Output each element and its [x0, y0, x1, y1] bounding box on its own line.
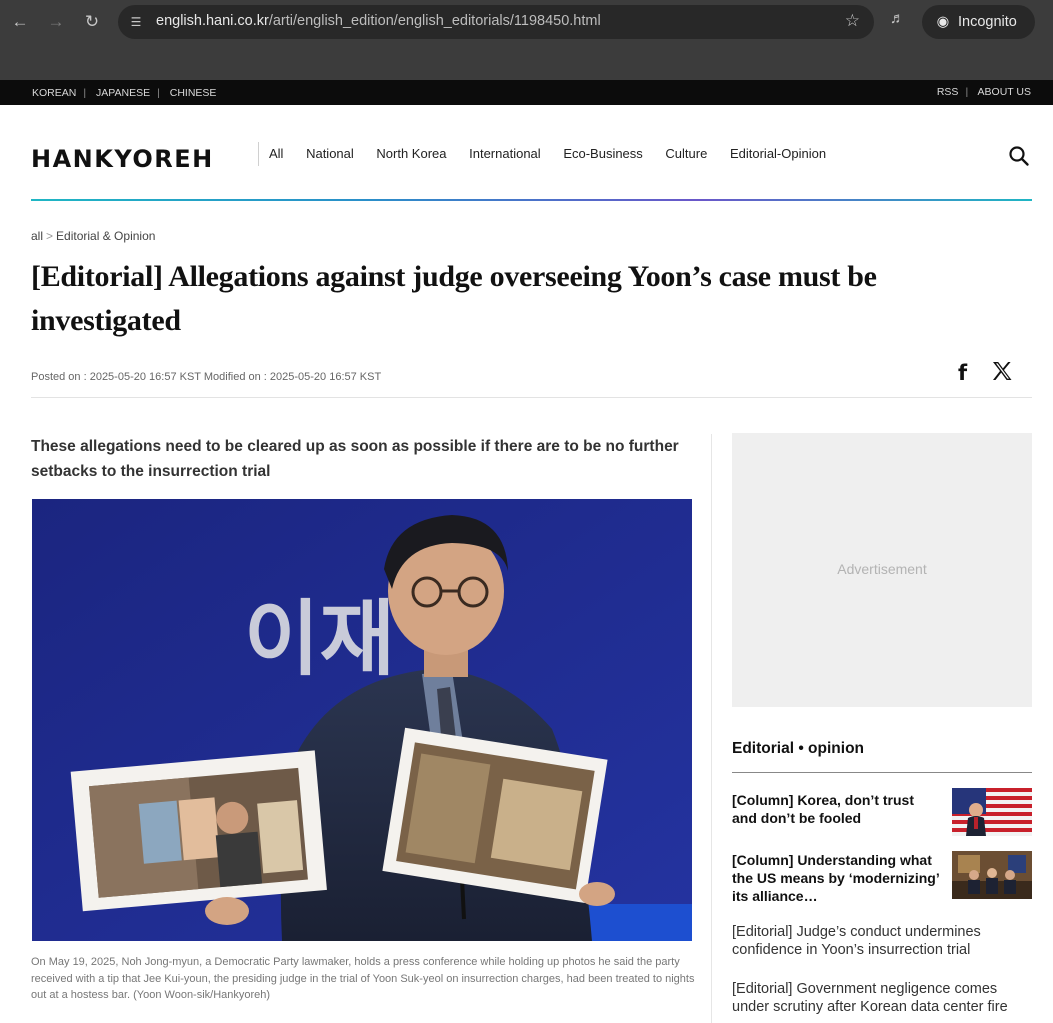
sidebar-divider	[732, 772, 1032, 773]
logo-divider	[258, 142, 259, 166]
nav-eco-business[interactable]: Eco-Business	[563, 146, 642, 161]
photo-caption: On May 19, 2025, Noh Jong-myun, a Democr…	[31, 956, 695, 1001]
search-icon[interactable]	[1008, 145, 1030, 167]
address-bar[interactable]: ☰ english.hani.co.kr/arti/english_editio…	[118, 5, 874, 39]
sidebar-article-1[interactable]: [Column] Korea, don’t trust and don’t be…	[732, 791, 942, 827]
facebook-share-icon[interactable]: f	[958, 361, 967, 385]
sidebar-article-3[interactable]: [Editorial] Judge’s conduct undermines c…	[732, 923, 1032, 959]
nav-national[interactable]: National	[306, 146, 354, 161]
site-settings-icon[interactable]: ☰	[128, 14, 144, 30]
sidebar-article-4[interactable]: [Editorial] Government negligence comes …	[732, 980, 1032, 1016]
about-us-link[interactable]: ABOUT US	[978, 86, 1031, 98]
url-text[interactable]: english.hani.co.kr/arti/english_edition/…	[156, 13, 601, 29]
rss-link[interactable]: RSS	[937, 86, 959, 98]
x-share-icon[interactable]	[991, 360, 1013, 382]
sidebar-thumb-1[interactable]	[952, 788, 1032, 836]
advertisement-box[interactable]: Advertisement	[732, 433, 1032, 707]
breadcrumb-editorial-opinion[interactable]: Editorial & Opinion	[56, 229, 155, 243]
lang-korean-link[interactable]: KOREAN	[32, 87, 76, 99]
nav-north-korea[interactable]: North Korea	[376, 146, 446, 161]
nav-culture[interactable]: Culture	[665, 146, 707, 161]
media-controls-icon[interactable]: ♬	[890, 10, 905, 27]
nav-all[interactable]: All	[269, 146, 283, 161]
reload-icon[interactable]: ↻	[80, 10, 104, 34]
sidebar-article-2[interactable]: [Column] Understanding what the US means…	[732, 851, 942, 905]
column-divider	[711, 434, 712, 1023]
article-title: [Editorial] Allegations against judge ov…	[31, 260, 877, 337]
meta-divider	[31, 397, 1032, 398]
browser-toolbar: ← → ↻ ☰ english.hani.co.kr/arti/english_…	[0, 0, 1053, 44]
posted-date: Posted on : 2025-05-20 16:57 KST Modifie…	[31, 371, 382, 383]
site-logo[interactable]: HANKYOREH	[31, 145, 214, 173]
lang-chinese-link[interactable]: CHINESE	[170, 87, 217, 99]
header-divider	[31, 199, 1032, 201]
site-topbar: KOREAN | JAPANESE | CHINESE RSS | ABOUT US	[0, 80, 1053, 105]
sidebar-heading[interactable]: Editorial • opinion	[732, 740, 864, 758]
lang-japanese-link[interactable]: JAPANESE	[96, 87, 150, 99]
back-icon[interactable]: ←	[8, 10, 32, 34]
forward-icon[interactable]: →	[44, 10, 68, 34]
bookmark-star-icon[interactable]: ☆	[845, 11, 860, 31]
sidebar-thumb-2[interactable]	[952, 851, 1032, 899]
incognito-icon: ◉	[936, 14, 950, 30]
main-nav: All National North Korea International E…	[269, 146, 845, 161]
browser-chrome: ← → ↻ ☰ english.hani.co.kr/arti/english_…	[0, 0, 1053, 80]
nav-international[interactable]: International	[469, 146, 541, 161]
nav-editorial-opinion[interactable]: Editorial-Opinion	[730, 146, 826, 161]
incognito-button[interactable]: ◉ Incognito	[922, 5, 1035, 39]
article-subhead: These allegations need to be cleared up …	[31, 438, 679, 480]
press-conference-photo: 이재	[32, 499, 692, 941]
breadcrumb: all > Editorial & Opinion	[31, 229, 156, 243]
advertisement-label: Advertisement	[837, 561, 927, 577]
breadcrumb-all[interactable]: all	[31, 229, 43, 243]
article-photo: 이재	[32, 499, 692, 941]
backdrop-sign-text: 이재	[244, 592, 395, 687]
